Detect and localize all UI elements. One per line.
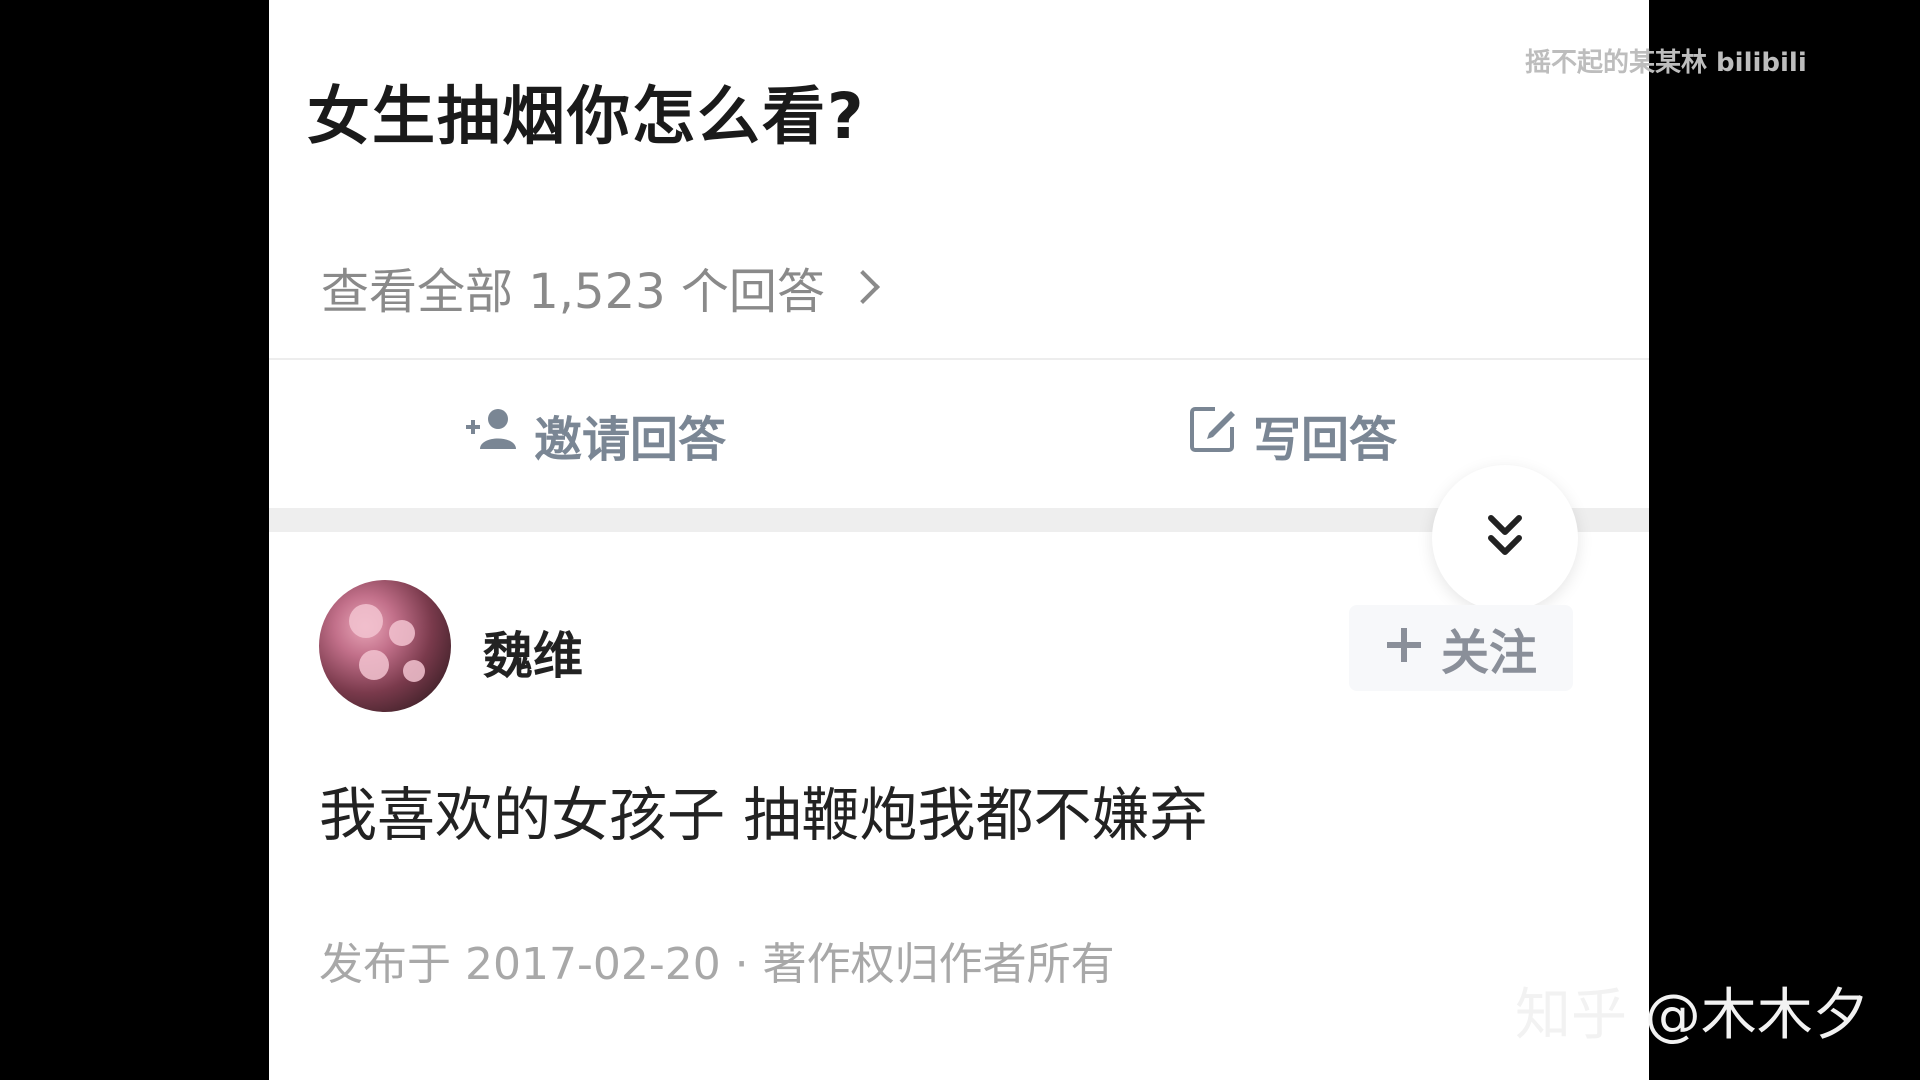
answer-text[interactable]: 我喜欢的女孩子 抽鞭炮我都不嫌弃 <box>319 768 1207 852</box>
author-name[interactable]: 魏维 <box>483 616 583 688</box>
answer-meta: 发布于 2017-02-20 · 著作权归作者所有 <box>319 939 1115 990</box>
divider <box>269 358 1649 360</box>
plus-icon <box>1385 620 1423 676</box>
edit-icon <box>1187 403 1239 467</box>
question-title: 女生抽烟你怎么看? <box>307 80 866 153</box>
avatar[interactable] <box>319 580 451 712</box>
follow-label: 关注 <box>1440 625 1537 681</box>
invite-answer-label: 邀请回答 <box>534 412 727 468</box>
question-panel: 女生抽烟你怎么看? 查看全部 1,523 个回答 邀请回答 写回答 魏维 关注 … <box>269 0 1649 1080</box>
view-all-label: 查看全部 1,523 个回答 <box>321 264 825 320</box>
write-answer-button[interactable]: 写回答 <box>1187 400 1397 470</box>
invite-answer-button[interactable]: 邀请回答 <box>464 400 726 470</box>
invite-person-icon <box>464 405 520 465</box>
bilibili-watermark: 摇不起的某某林 bilibili <box>1525 48 1807 78</box>
expand-button[interactable] <box>1432 465 1578 611</box>
write-answer-label: 写回答 <box>1253 412 1398 468</box>
zhihu-watermark: 知乎 @木木夕 <box>1515 983 1869 1048</box>
double-chevron-down-icon <box>1483 512 1527 564</box>
view-all-answers-link[interactable]: 查看全部 1,523 个回答 <box>321 252 880 322</box>
chevron-right-icon <box>845 270 880 304</box>
follow-button[interactable]: 关注 <box>1349 605 1573 691</box>
